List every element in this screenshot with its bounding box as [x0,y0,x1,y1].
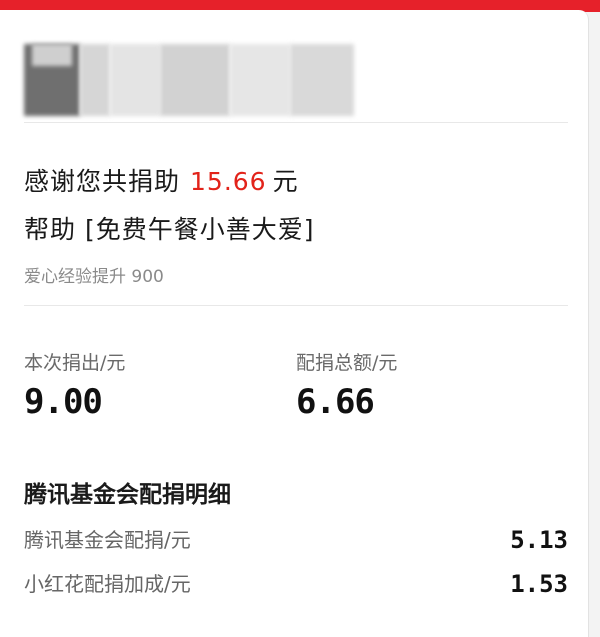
blur-block [80,44,110,116]
blurred-user-info [24,44,354,116]
blur-block [160,44,230,116]
divider [24,305,568,306]
page-frame: 感谢您共捐助 15.66 元 帮助 [免费午餐小善大爱] 爱心经验提升 900 本次… [0,0,600,637]
donation-result-card: 感谢您共捐助 15.66 元 帮助 [免费午餐小善大爱] 爱心经验提升 900 本次… [0,10,589,637]
thanks-line: 感谢您共捐助 15.66 元 [24,162,299,198]
project-name[interactable]: [免费午餐小善大爱] [85,215,315,244]
match-total-label: 配捐总额/元 [296,352,398,374]
my-donation-label: 本次捐出/元 [24,352,126,374]
detail-row-flower-bonus: 小红花配捐加成/元 1.53 [24,568,568,600]
detail-row-label: 小红花配捐加成/元 [24,572,191,596]
blur-block [230,44,290,116]
love-exp-value: 900 [131,267,164,287]
detail-row-tencent-match: 腾讯基金会配捐/元 5.13 [24,524,568,556]
project-line: 帮助 [免费午餐小善大爱] [24,210,314,246]
blur-block [290,44,354,116]
avatar-highlight [32,44,72,66]
currency-unit: 元 [272,167,299,196]
divider [24,122,568,123]
match-total-value: 6.66 [296,382,375,422]
my-donation-value: 9.00 [24,382,103,422]
detail-row-label: 腾讯基金会配捐/元 [24,528,191,552]
total-amount: 15.66 [190,167,267,196]
love-exp-label: 爱心经验提升 [24,267,126,287]
love-exp-line: 爱心经验提升 900 [24,262,164,287]
blur-block [110,44,160,116]
help-prefix: 帮助 [24,215,77,244]
detail-row-value: 1.53 [510,570,568,598]
match-detail-title: 腾讯基金会配捐明细 [24,482,231,508]
detail-row-value: 5.13 [510,526,568,554]
thanks-prefix: 感谢您共捐助 [24,167,181,196]
